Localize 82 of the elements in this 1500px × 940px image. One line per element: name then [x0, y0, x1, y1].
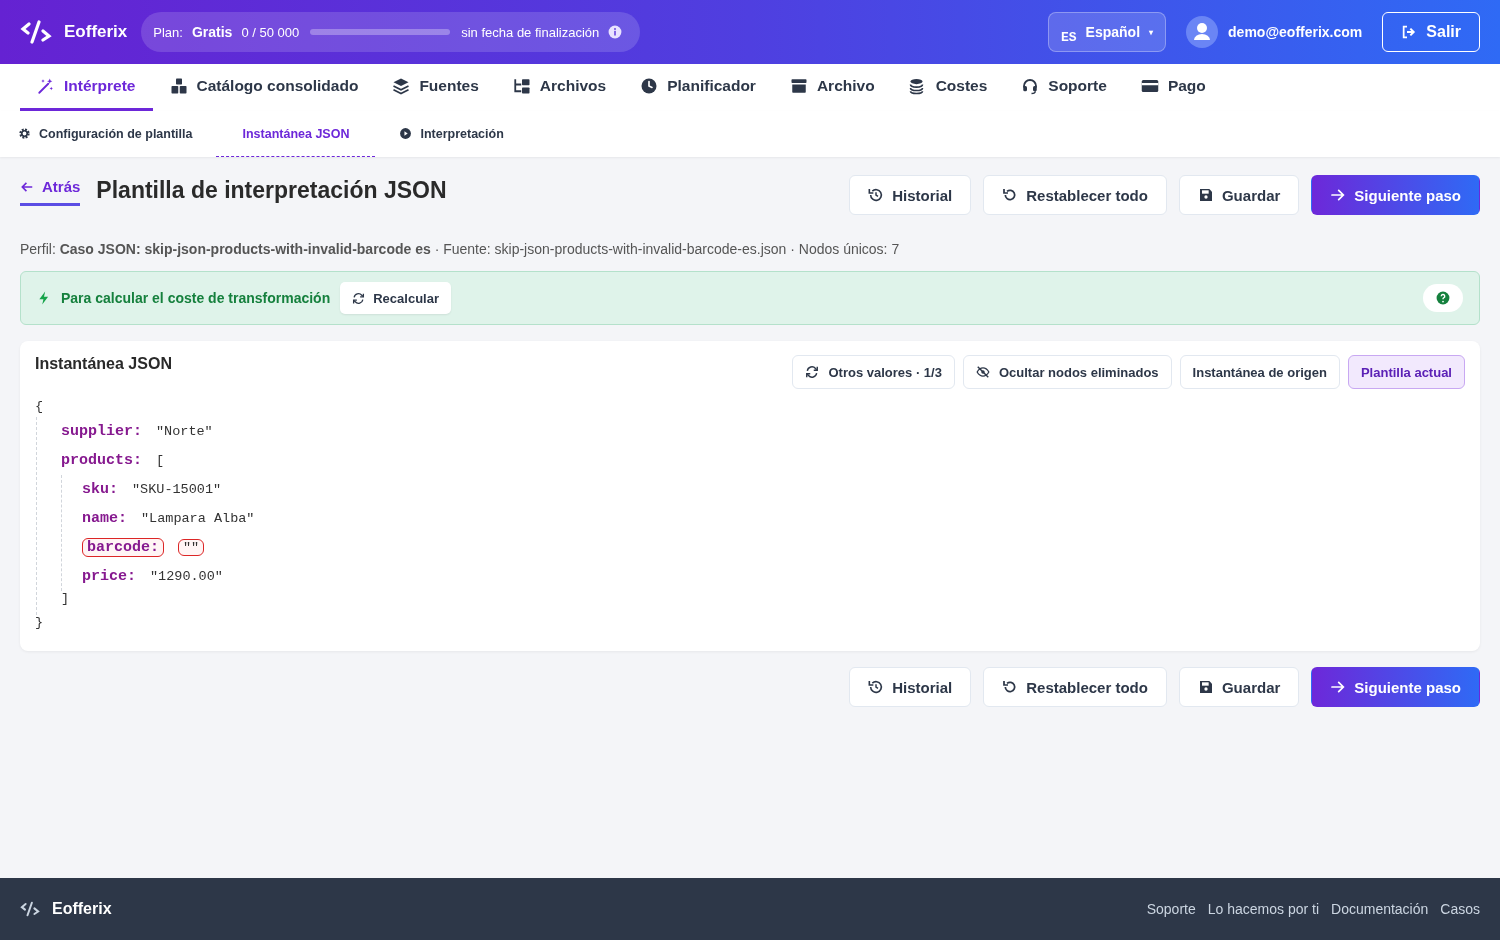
view-toggle-button[interactable]: Plantilla actual [1347, 355, 1465, 389]
logout-button[interactable]: Salir [1382, 12, 1480, 52]
sub-tab[interactable]: Configuración de plantilla [18, 111, 193, 157]
next-step-button[interactable]: Siguiente paso [1311, 667, 1480, 707]
settings-icon [18, 127, 31, 140]
language-select[interactable]: ES Español ▾ [1048, 12, 1167, 52]
nav-tab[interactable]: Archivo [772, 64, 892, 111]
history-icon [868, 187, 885, 203]
view-toggle-button[interactable]: Otros valores · 1/3 [792, 355, 955, 389]
json-key: supplier: [61, 423, 142, 440]
profile-info: Perfil: Caso JSON: skip-json-products-with-invalid-barcode es · Fuente: skip-json-products-with-invalid-barcode-es.json · Nodos únicos: 7 [20, 241, 901, 257]
logo-icon [20, 901, 40, 917]
code-brace: { [35, 399, 45, 416]
back-link[interactable]: Atrás [20, 178, 81, 206]
json-value: "" [178, 539, 205, 556]
play-icon [399, 127, 413, 140]
plan-label: Plan: [153, 24, 183, 40]
nav-tab[interactable]: Costes [891, 64, 1005, 111]
nav-tab[interactable]: Archivos [495, 64, 624, 111]
user-email: demo@eofferix.com [1228, 24, 1363, 40]
code-bracket: ] [61, 591, 70, 606]
layers-icon [392, 77, 411, 95]
nav-tab[interactable]: Pago [1123, 64, 1223, 111]
credit-card-icon [1140, 77, 1159, 95]
help-icon [1436, 291, 1450, 305]
help-button[interactable] [1423, 284, 1463, 312]
page-title: Plantilla de interpretación JSON [96, 176, 447, 204]
lightning-icon [37, 291, 51, 305]
footer-link[interactable]: Lo hacemos por ti [1207, 901, 1320, 917]
logo-icon [20, 20, 52, 44]
refresh-icon [352, 291, 366, 305]
nav-tab[interactable]: Catálogo consolidado [152, 64, 376, 111]
action-button[interactable]: Guardar [1178, 667, 1300, 707]
json-value: "Norte" [156, 424, 213, 439]
action-button[interactable]: Historial [849, 667, 972, 707]
json-key: products: [61, 452, 142, 469]
arrow-right-icon [1330, 187, 1347, 203]
history-icon [868, 679, 885, 695]
footer-brand: Eofferix [52, 900, 112, 918]
footer-link[interactable]: Documentación [1331, 901, 1429, 917]
refresh-icon [805, 365, 820, 379]
view-toggle-button[interactable]: Instantánea de origen [1179, 355, 1340, 389]
nav-tab[interactable]: Soporte [1004, 64, 1124, 111]
info-icon[interactable] [608, 25, 623, 39]
nav-tab[interactable]: Planificador [623, 64, 773, 111]
boxes-icon [169, 77, 188, 95]
action-button[interactable]: Historial [849, 175, 972, 215]
footer-link[interactable]: Casos [1440, 901, 1480, 917]
next-step-button[interactable]: Siguiente paso [1311, 175, 1480, 215]
json-key: barcode: [82, 538, 164, 557]
card-title: Instantánea JSON [35, 355, 172, 373]
json-value: "Lampara Alba" [141, 511, 255, 526]
headset-icon [1021, 77, 1040, 95]
expiry-text: sin fecha de finalización [461, 24, 600, 40]
recalculate-button[interactable]: Recalcular [340, 282, 451, 314]
sub-tab[interactable]: Interpretación [399, 111, 504, 157]
folder-tree-icon [512, 77, 531, 95]
user-avatar-icon [1186, 16, 1219, 48]
action-button[interactable]: Guardar [1178, 175, 1300, 215]
view-toggle-button[interactable]: Ocultar nodos eliminados [962, 355, 1172, 389]
json-key: name: [82, 510, 127, 527]
usage-count: 0 / 50 000 [241, 24, 300, 40]
code-bracket: [ [156, 453, 165, 468]
sub-tab[interactable]: Instantánea JSON [216, 111, 376, 157]
magic-wand-icon [37, 77, 55, 95]
action-button[interactable]: Restablecer todo [983, 175, 1167, 215]
arrow-right-icon [1330, 679, 1347, 695]
eye-slash-icon [975, 365, 990, 379]
notice-text: Para calcular el coste de transformación [61, 290, 331, 306]
action-button[interactable]: Restablecer todo [983, 667, 1167, 707]
json-key: sku: [82, 481, 118, 498]
code-brace: } [35, 615, 45, 632]
nav-tab[interactable]: Fuentes [375, 64, 496, 111]
clock-icon [640, 77, 659, 95]
plan-name: Gratis [191, 24, 233, 40]
json-value: "SKU-15001" [132, 482, 222, 497]
footer-link[interactable]: Soporte [1146, 901, 1196, 917]
logout-icon [1401, 24, 1418, 40]
archive-box-icon [789, 77, 808, 95]
json-value: "1290.00" [150, 569, 223, 584]
brand-name: Eofferix [64, 22, 128, 42]
json-key: price: [82, 568, 136, 585]
